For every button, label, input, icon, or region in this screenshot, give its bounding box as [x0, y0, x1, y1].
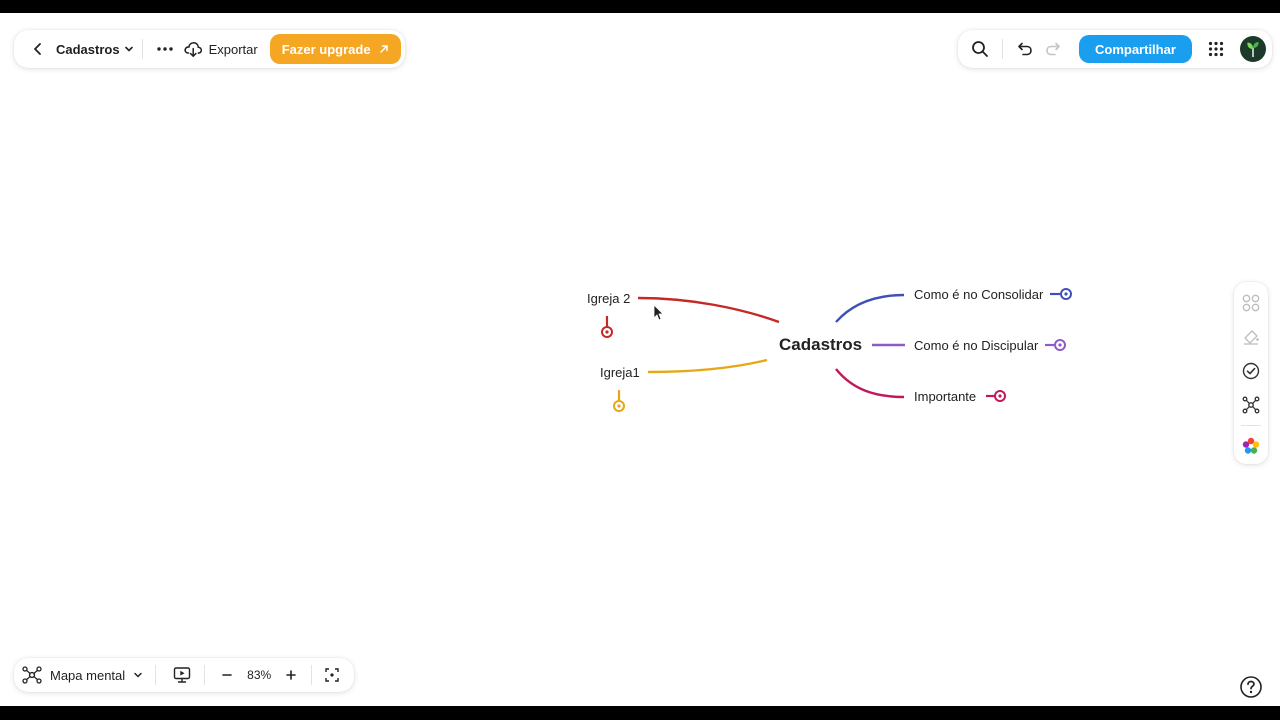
search-icon[interactable]	[966, 35, 994, 63]
cloud-download-icon	[183, 41, 202, 57]
help-icon[interactable]	[1239, 675, 1263, 699]
share-button[interactable]: Compartilhar	[1079, 35, 1192, 63]
central-topic[interactable]: Cadastros	[779, 335, 862, 355]
chevron-down-icon	[134, 672, 142, 678]
undo-icon[interactable]	[1011, 35, 1039, 63]
topic-igreja-2[interactable]: Igreja 2	[587, 291, 630, 306]
zoom-out-icon[interactable]	[213, 661, 241, 689]
upgrade-label: Fazer upgrade	[281, 41, 371, 57]
chevron-down-icon	[124, 46, 133, 52]
avatar[interactable]	[1239, 36, 1266, 62]
branch-importante	[835, 368, 905, 399]
fit-screen-icon[interactable]	[318, 661, 346, 689]
zoom-level: 83%	[247, 668, 272, 682]
structure-icon[interactable]	[1237, 391, 1265, 419]
topic-igreja1[interactable]: Igreja1	[600, 365, 640, 380]
canvas[interactable]: Cadastros Igreja 2 Igreja1 Como é no Con…	[0, 13, 1280, 706]
back-icon[interactable]	[24, 35, 52, 63]
map-mode-dropdown[interactable]: Mapa mental	[22, 666, 143, 684]
divider	[311, 665, 313, 685]
doc-title: Cadastros	[56, 41, 120, 57]
upgrade-button[interactable]: Fazer upgrade	[269, 34, 401, 64]
more-icon[interactable]	[151, 35, 179, 63]
redo-icon[interactable]	[1039, 35, 1067, 63]
top-right-toolbar: Compartilhar	[958, 30, 1272, 68]
check-circle-icon[interactable]	[1237, 357, 1265, 385]
divider	[1002, 39, 1003, 59]
doc-title-dropdown[interactable]: Cadastros	[56, 42, 134, 57]
topic-como-discipular[interactable]: Como é no Discipular	[914, 338, 1038, 353]
branch-igreja1	[647, 358, 768, 374]
mindmap-connectors	[601, 288, 1072, 412]
topic-como-consolidar[interactable]: Como é no Consolidar	[914, 287, 1043, 302]
bottom-toolbar: Mapa mental 83%	[14, 658, 355, 692]
present-icon[interactable]	[168, 661, 196, 689]
top-left-toolbar: Cadastros Exportar Fazer upgrade	[14, 30, 405, 68]
branch-consolidar	[835, 293, 905, 323]
divider	[141, 39, 143, 59]
divider	[155, 665, 157, 685]
side-panel	[1234, 282, 1268, 464]
zoom-in-icon[interactable]	[277, 661, 305, 689]
divider	[204, 665, 206, 685]
mindmap-icon	[22, 666, 42, 684]
apps-grid-icon[interactable]	[1202, 35, 1230, 63]
style-brush-icon[interactable]	[1237, 323, 1265, 351]
export-label: Exportar	[208, 41, 258, 57]
export-button[interactable]: Exportar	[183, 40, 258, 58]
color-palette-icon[interactable]	[1237, 432, 1265, 460]
layout-icon[interactable]	[1237, 289, 1265, 317]
topic-importante[interactable]: Importante	[914, 389, 976, 404]
map-mode-label: Mapa mental	[50, 667, 126, 683]
mouse-cursor-icon	[653, 304, 664, 321]
external-arrow-icon	[379, 45, 388, 53]
divider	[1241, 425, 1261, 426]
